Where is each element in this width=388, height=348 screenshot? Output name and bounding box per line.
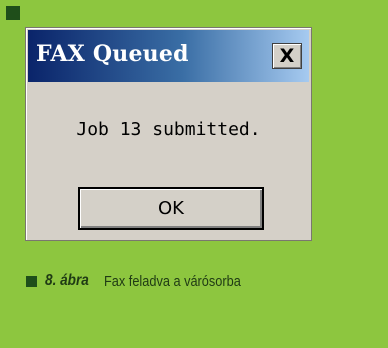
figure-caption: 8. ábra Fax feladva a várósorba <box>26 272 265 290</box>
dialog-message: Job 13 submitted. <box>76 119 261 140</box>
caption-number: 8. ábra <box>45 272 89 289</box>
corner-mark <box>6 6 20 20</box>
dialog-titlebar[interactable]: FAX Queued X <box>28 30 309 82</box>
caption-text: Fax feladva a várósorba <box>104 272 241 290</box>
fax-queued-dialog: FAX Queued X Job 13 submitted. OK <box>25 27 312 241</box>
ok-button[interactable]: OK <box>78 187 264 230</box>
close-icon: X <box>279 45 295 67</box>
caption-bullet <box>26 275 37 287</box>
close-button[interactable]: X <box>272 43 302 69</box>
dialog-title: FAX Queued <box>36 41 189 67</box>
